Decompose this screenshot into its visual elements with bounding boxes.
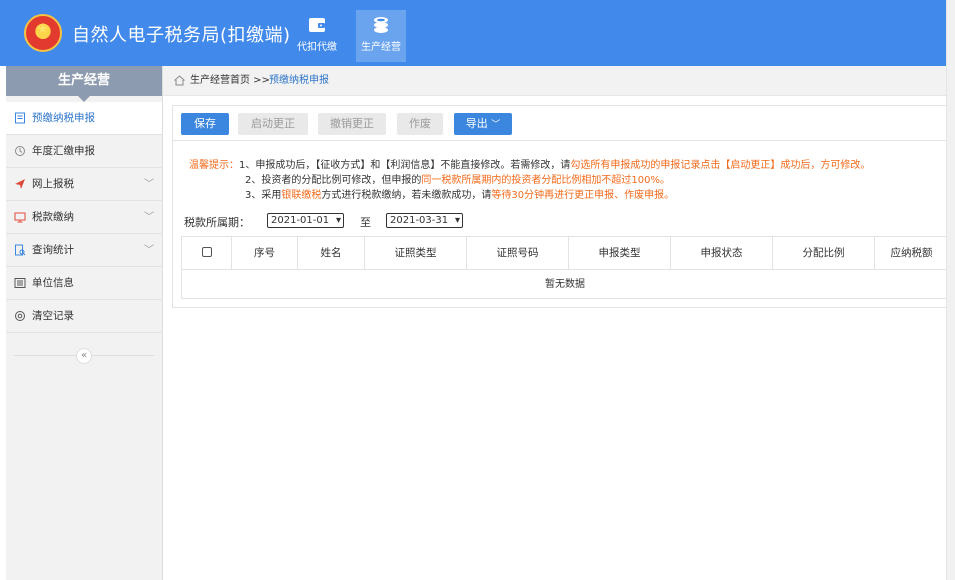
sidebar-item-prepay-declaration[interactable]: 预缴纳税申报: [6, 102, 162, 135]
top-bar: 自然人电子税务局(扣缴端) 代扣代缴 生产经营: [0, 0, 946, 66]
sidebar-collapse-button[interactable]: «: [76, 348, 92, 364]
sidebar: 生产经营 预缴纳税申报 年度汇缴申报 网上报税 ﹀ 税款缴纳 ﹀ 查询统计 ﹀ …: [6, 66, 163, 580]
app-title: 自然人电子税务局(扣缴端): [72, 25, 291, 46]
select-all-checkbox[interactable]: [202, 247, 212, 257]
sidebar-item-online-filing[interactable]: 网上报税 ﹀: [6, 168, 162, 201]
col-header: 证照类型: [365, 237, 467, 270]
tips-label: 温馨提示：: [189, 160, 239, 171]
chevron-down-icon: ﹀: [144, 212, 154, 223]
declaration-table: 序号 姓名 证照类型 证照号码 申报类型 申报状态 分配比例 应纳税额 暂无数据: [181, 236, 948, 299]
period-separator: 至: [360, 216, 371, 229]
sidebar-item-tax-payment[interactable]: 税款缴纳 ﹀: [6, 201, 162, 234]
export-label: 导出: [465, 117, 488, 130]
chevron-down-icon: ﹀: [144, 179, 154, 190]
save-button[interactable]: 保存: [181, 113, 229, 135]
sidebar-item-label: 单位信息: [32, 277, 74, 289]
clear-icon: [15, 311, 25, 321]
sidebar-item-label: 税款缴纳: [32, 211, 74, 223]
tip-line3-highlight-b: 等待30分钟再进行更正申报、作废申报。: [491, 190, 675, 201]
col-header: 序号: [232, 237, 298, 270]
tip-line2-highlight: 同一税款所属期内的投资者分配比例相加不超过100%。: [421, 175, 670, 186]
cancel-correction-button[interactable]: 撤销更正: [318, 113, 386, 135]
sidebar-item-annual-declaration[interactable]: 年度汇缴申报: [6, 135, 162, 168]
empty-state: 暂无数据: [545, 279, 585, 290]
export-button[interactable]: 导出 ﹀: [454, 113, 512, 135]
sidebar-item-label: 预缴纳税申报: [32, 112, 95, 124]
sidebar-item-clear-records[interactable]: 清空记录: [6, 300, 162, 333]
sidebar-item-unit-info[interactable]: 单位信息: [6, 267, 162, 300]
col-header: 分配比例: [773, 237, 875, 270]
select-all-cell: [182, 237, 232, 270]
tip-line3-text-a: 3、采用: [245, 190, 282, 201]
coins-icon: [374, 17, 388, 33]
form-icon: [15, 112, 25, 124]
national-emblem-icon: [24, 14, 62, 52]
list-icon: [14, 278, 26, 288]
col-header: 申报类型: [569, 237, 671, 270]
tip-line3-text-b: 方式进行税款缴纳，若未缴款成功，请: [321, 190, 492, 201]
col-header: 申报状态: [671, 237, 773, 270]
period-end-select[interactable]: 2021-03-31: [386, 213, 463, 228]
sidebar-item-label: 网上报税: [32, 178, 74, 190]
tip-line2-text: 2、投资者的分配比例可修改，但申报的: [245, 175, 422, 186]
search-doc-icon: [15, 244, 26, 256]
start-correction-button[interactable]: 启动更正: [238, 113, 308, 135]
sidebar-item-label: 清空记录: [32, 310, 74, 322]
send-icon: [15, 179, 25, 189]
home-icon[interactable]: [173, 74, 186, 87]
table-header: 序号 姓名 证照类型 证照号码 申报类型 申报状态 分配比例 应纳税额: [182, 237, 948, 270]
main-panel: 保存 启动更正 撤销更正 作废 导出 ﹀ 温馨提示：1、申报成功后，【征收方式】…: [172, 105, 948, 308]
chevron-down-icon: ﹀: [491, 120, 501, 130]
topnav-business-label: 生产经营: [361, 42, 401, 53]
breadcrumb-home-link[interactable]: 生产经营首页 >>: [190, 66, 270, 96]
chevron-down-icon: ﹀: [144, 245, 154, 256]
tip-line1-highlight: 勾选所有申报成功的申报记录点击【启动更正】成功后，方可修改。: [570, 160, 871, 171]
annual-icon: [15, 146, 25, 156]
vertical-scrollbar[interactable]: [946, 0, 955, 580]
payment-icon: [14, 212, 26, 223]
period-label: 税款所属期：: [184, 216, 250, 229]
col-header: 应纳税额: [890, 247, 933, 259]
void-button[interactable]: 作废: [397, 113, 443, 135]
breadcrumb: 生产经营首页 >> 预缴纳税申报: [163, 66, 946, 96]
sidebar-header: 生产经营: [6, 66, 162, 102]
wallet-icon: [309, 18, 325, 32]
tip-line3-highlight-a: 银联缴税: [281, 190, 322, 201]
topnav-business[interactable]: 生产经营: [356, 10, 406, 62]
toolbar: 保存 启动更正 撤销更正 作废 导出 ﹀: [173, 106, 947, 141]
topnav-withholding[interactable]: 代扣代缴: [292, 10, 342, 62]
tip-line1-text: 1、申报成功后，【征收方式】和【利润信息】不能直接修改。若需修改，请: [239, 160, 571, 171]
tips-box: 温馨提示：1、申报成功后，【征收方式】和【利润信息】不能直接修改。若需修改，请勾…: [189, 158, 870, 203]
sidebar-item-label: 查询统计: [32, 244, 74, 256]
period-start-select[interactable]: 2021-01-01: [267, 213, 344, 228]
col-header: 证照号码: [467, 237, 569, 270]
topnav-withholding-label: 代扣代缴: [297, 42, 337, 53]
col-header: 姓名: [298, 237, 365, 270]
sidebar-item-query-stats[interactable]: 查询统计 ﹀: [6, 234, 162, 267]
sidebar-item-label: 年度汇缴申报: [32, 145, 95, 157]
breadcrumb-current: 预缴纳税申报: [269, 75, 329, 86]
